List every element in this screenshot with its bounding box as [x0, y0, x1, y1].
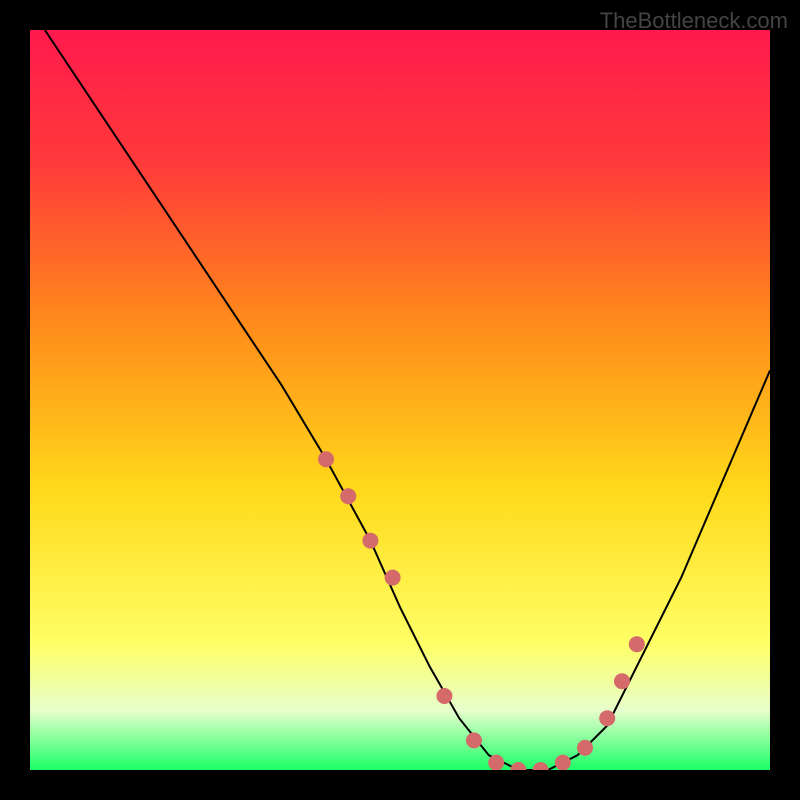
marker-dot: [466, 732, 482, 748]
gradient-background: [30, 30, 770, 770]
marker-dot: [362, 533, 378, 549]
marker-dot: [340, 488, 356, 504]
marker-dot: [577, 740, 593, 756]
chart-container: [30, 30, 770, 770]
marker-dot: [318, 451, 334, 467]
chart-svg: [30, 30, 770, 770]
marker-dot: [385, 570, 401, 586]
marker-dot: [614, 673, 630, 689]
marker-dot: [555, 755, 571, 770]
marker-dot: [599, 710, 615, 726]
marker-dot: [629, 636, 645, 652]
marker-dot: [488, 755, 504, 770]
marker-dot: [436, 688, 452, 704]
watermark-text: TheBottleneck.com: [600, 8, 788, 34]
